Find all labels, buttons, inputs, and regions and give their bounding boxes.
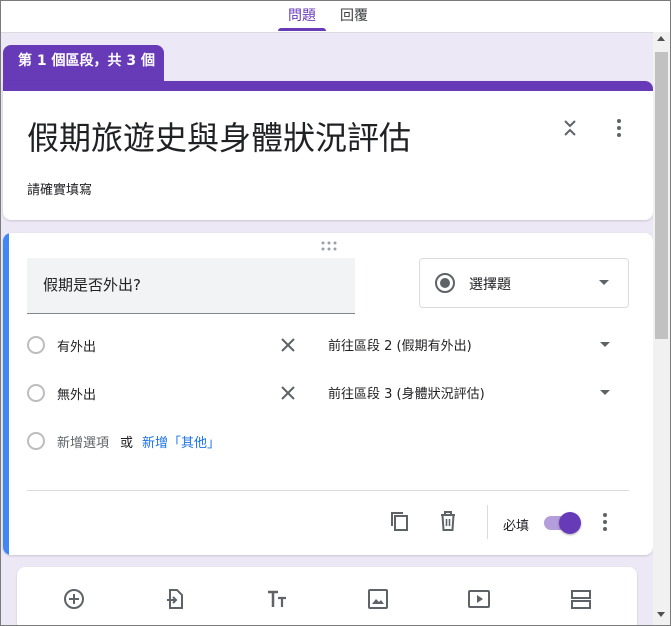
add-title-icon[interactable]: [265, 587, 289, 611]
section-title[interactable]: 假期旅遊史與身體狀況評估: [27, 113, 411, 159]
option-radio: [27, 384, 45, 402]
floating-toolbar: [17, 567, 637, 625]
toolbar-separator: [487, 505, 488, 539]
vertical-scrollbar[interactable]: [653, 32, 670, 625]
question-type-label: 選擇題: [469, 277, 511, 293]
section-indicator: 第 1 個區段，共 3 個: [3, 45, 164, 81]
form-editor: 問題 回覆 第 1 個區段，共 3 個 假期旅遊史與身體狀況評估 請確實填寫 假…: [0, 0, 671, 626]
goto-section-select[interactable]: 前往區段 2 (假期有外出): [328, 335, 472, 354]
remove-option-icon[interactable]: [279, 336, 297, 354]
section-description[interactable]: 請確實填寫: [27, 179, 92, 198]
section-more-options-icon[interactable]: [609, 118, 629, 138]
collapse-section-icon[interactable]: [560, 118, 580, 138]
option-radio: [27, 432, 45, 450]
duplicate-icon[interactable]: [388, 510, 410, 532]
import-questions-icon[interactable]: [163, 587, 187, 611]
required-label: 必填: [503, 519, 530, 534]
option-label[interactable]: 有外出: [57, 336, 96, 355]
scroll-down-arrow-icon[interactable]: [657, 612, 665, 617]
add-video-icon[interactable]: [467, 587, 491, 611]
active-card-accent: [3, 233, 9, 555]
remove-option-icon[interactable]: [279, 384, 297, 402]
section-header-card[interactable]: 假期旅遊史與身體狀況評估 請確實填寫: [3, 81, 653, 220]
dropdown-arrow-icon: [599, 280, 609, 285]
required-toggle-knob[interactable]: [559, 512, 581, 534]
dropdown-arrow-icon[interactable]: [599, 389, 611, 397]
add-option-row: 新增選項 或 新增「其他」: [27, 427, 627, 457]
add-question-icon[interactable]: [62, 587, 86, 611]
card-divider: [27, 490, 629, 491]
add-image-icon[interactable]: [366, 587, 390, 611]
dropdown-arrow-icon[interactable]: [599, 341, 611, 349]
scroll-up-arrow-icon[interactable]: [657, 36, 665, 41]
option-radio: [27, 336, 45, 354]
question-title-input[interactable]: 假期是否外出?: [27, 258, 355, 314]
radio-button-icon: [435, 273, 455, 293]
goto-section-select[interactable]: 前往區段 3 (身體狀況評估): [328, 383, 485, 402]
delete-icon[interactable]: [438, 510, 458, 532]
active-tab-indicator: [278, 28, 326, 31]
question-more-options-icon[interactable]: [595, 512, 615, 532]
or-label: 或: [120, 436, 134, 451]
top-tab-bar: 問題 回覆: [1, 1, 670, 33]
drag-handle-icon[interactable]: [320, 241, 338, 251]
scroll-thumb[interactable]: [655, 52, 668, 339]
add-other-link[interactable]: 新增「其他」: [142, 432, 220, 451]
option-row: 有外出 前往區段 2 (假期有外出): [27, 331, 627, 361]
tab-responses[interactable]: 回覆: [340, 5, 368, 25]
question-type-dropdown[interactable]: 選擇題: [419, 258, 629, 308]
option-row: 無外出 前往區段 3 (身體狀況評估): [27, 379, 627, 409]
question-card[interactable]: 假期是否外出? 選擇題 有外出 前往區段 2 (假期有外出) 無外出 前往區段 …: [3, 233, 653, 555]
option-label[interactable]: 無外出: [57, 384, 96, 403]
add-section-icon[interactable]: [569, 587, 593, 611]
add-option-button[interactable]: 新增選項: [57, 432, 109, 451]
tab-questions[interactable]: 問題: [288, 5, 316, 25]
